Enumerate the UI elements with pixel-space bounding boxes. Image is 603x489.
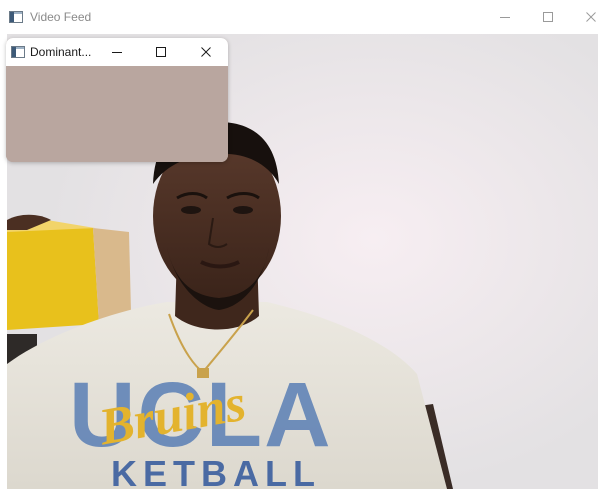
close-button[interactable] bbox=[569, 0, 603, 34]
left-eye bbox=[181, 206, 201, 214]
dominant-color-swatch bbox=[6, 66, 228, 162]
maximize-button[interactable] bbox=[526, 0, 570, 34]
minimize-button[interactable] bbox=[483, 0, 527, 34]
right-eye bbox=[233, 206, 253, 214]
dominant-close-button[interactable] bbox=[186, 38, 226, 66]
app-window-icon bbox=[11, 45, 25, 58]
dominant-color-window: Dominant... bbox=[6, 38, 228, 162]
shirt-print-bottom: KETBALL bbox=[111, 453, 321, 489]
dominant-color-titlebar[interactable]: Dominant... bbox=[6, 38, 228, 66]
close-icon bbox=[201, 47, 211, 57]
video-feed-title: Video Feed bbox=[30, 10, 92, 24]
maximize-icon bbox=[156, 47, 166, 57]
video-feed-titlebar[interactable]: Video Feed bbox=[0, 0, 603, 34]
close-icon bbox=[586, 12, 596, 22]
minimize-icon bbox=[500, 17, 510, 18]
dominant-maximize-button[interactable] bbox=[141, 38, 181, 66]
minimize-icon bbox=[112, 52, 122, 53]
dominant-minimize-button[interactable] bbox=[97, 38, 137, 66]
yellow-box bbox=[7, 220, 131, 330]
app-window-icon bbox=[9, 10, 23, 23]
maximize-icon bbox=[543, 12, 553, 22]
dominant-color-title: Dominant... bbox=[30, 45, 92, 59]
